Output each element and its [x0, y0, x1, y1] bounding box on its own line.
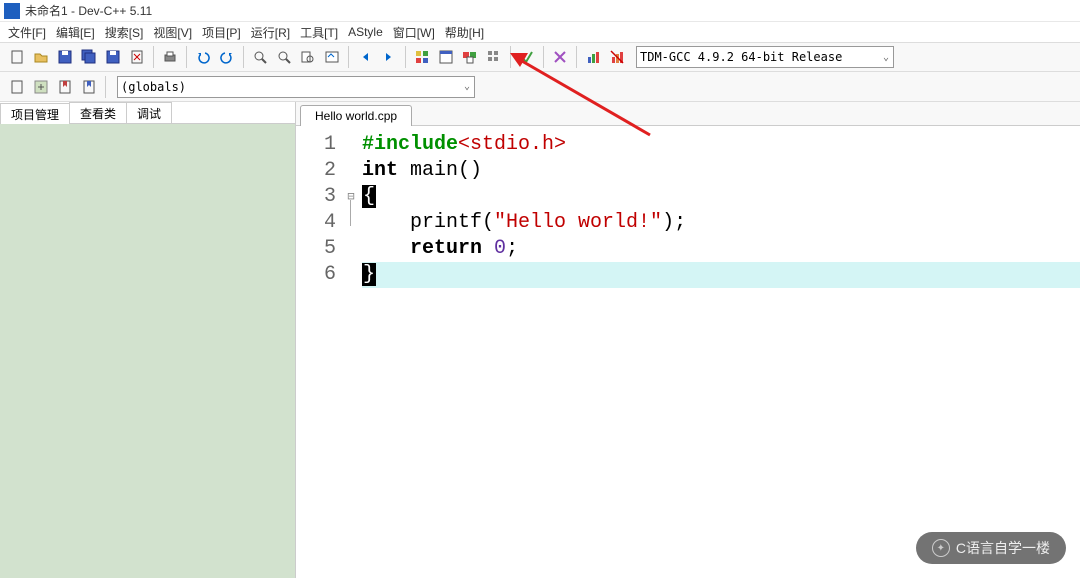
- main-area: 项目管理 查看类 调试 Hello world.cpp 1 2 3 4 5 6 …: [0, 102, 1080, 578]
- menu-view[interactable]: 视图[V]: [149, 23, 196, 42]
- project-tree[interactable]: [0, 124, 295, 578]
- save-as-button[interactable]: [102, 46, 124, 68]
- separator: [543, 46, 544, 68]
- left-panel: 项目管理 查看类 调试: [0, 102, 296, 578]
- replace-button[interactable]: [273, 46, 295, 68]
- editor-panel: Hello world.cpp 1 2 3 4 5 6 ⊟ #include<s…: [296, 102, 1080, 578]
- separator: [576, 46, 577, 68]
- delete-profile-button[interactable]: [606, 46, 628, 68]
- separator: [243, 46, 244, 68]
- menu-project[interactable]: 项目[P]: [198, 23, 245, 42]
- menu-file[interactable]: 文件[F]: [4, 23, 50, 42]
- globals-selector[interactable]: (globals) ⌄: [117, 76, 475, 98]
- separator: [105, 76, 106, 98]
- compile-run-button[interactable]: [459, 46, 481, 68]
- file-tab-active[interactable]: Hello world.cpp: [300, 105, 412, 126]
- next-bookmark-button[interactable]: [378, 46, 400, 68]
- code-area[interactable]: #include<stdio.h> int main() { printf("H…: [358, 126, 1080, 578]
- compiler-selector[interactable]: TDM-GCC 4.9.2 64-bit Release ⌄: [636, 46, 894, 68]
- app-icon: [4, 3, 20, 19]
- fold-marker[interactable]: ⊟: [344, 184, 358, 210]
- menu-help[interactable]: 帮助[H]: [441, 23, 488, 42]
- close-file-button[interactable]: [126, 46, 148, 68]
- compile-button[interactable]: [411, 46, 433, 68]
- menu-search[interactable]: 搜索[S]: [101, 23, 148, 42]
- tab-project-manager[interactable]: 项目管理: [0, 103, 70, 124]
- menu-astyle[interactable]: AStyle: [344, 24, 387, 40]
- run-button[interactable]: [435, 46, 457, 68]
- menu-tools[interactable]: 工具[T]: [296, 23, 342, 42]
- compiler-label: TDM-GCC 4.9.2 64-bit Release: [640, 50, 842, 64]
- title-bar: 未命名1 - Dev-C++ 5.11: [0, 0, 1080, 22]
- toolbar-main: TDM-GCC 4.9.2 64-bit Release ⌄: [0, 42, 1080, 72]
- menu-bar: 文件[F] 编辑[E] 搜索[S] 视图[V] 项目[P] 运行[R] 工具[T…: [0, 22, 1080, 42]
- save-button[interactable]: [54, 46, 76, 68]
- new-project-button[interactable]: [6, 76, 28, 98]
- window-title: 未命名1 - Dev-C++ 5.11: [25, 2, 152, 19]
- new-file-button[interactable]: [6, 46, 28, 68]
- tab-debug[interactable]: 调试: [126, 102, 172, 123]
- save-all-button[interactable]: [78, 46, 100, 68]
- open-button[interactable]: [30, 46, 52, 68]
- find-button[interactable]: [249, 46, 271, 68]
- toggle-bookmark-button[interactable]: [54, 76, 76, 98]
- chevron-down-icon: ⌄: [464, 81, 474, 92]
- stop-button[interactable]: [549, 46, 571, 68]
- line-gutter: 1 2 3 4 5 6: [296, 126, 344, 578]
- print-button[interactable]: [159, 46, 181, 68]
- goto-bookmark-button[interactable]: [78, 76, 100, 98]
- separator: [186, 46, 187, 68]
- watermark-text: C语言自学一楼: [956, 538, 1050, 558]
- goto-line-button[interactable]: [321, 46, 343, 68]
- globals-label: (globals): [121, 80, 186, 94]
- menu-run[interactable]: 运行[R]: [247, 23, 294, 42]
- separator: [510, 46, 511, 68]
- code-editor[interactable]: 1 2 3 4 5 6 ⊟ #include<stdio.h> int main…: [296, 126, 1080, 578]
- fold-gutter: ⊟: [344, 126, 358, 578]
- watermark: ✦ C语言自学一楼: [916, 532, 1066, 564]
- separator: [405, 46, 406, 68]
- undo-button[interactable]: [192, 46, 214, 68]
- previous-bookmark-button[interactable]: [354, 46, 376, 68]
- toolbar-secondary: (globals) ⌄: [0, 72, 1080, 102]
- file-tabs: Hello world.cpp: [296, 102, 1080, 126]
- find-in-files-button[interactable]: [297, 46, 319, 68]
- separator: [153, 46, 154, 68]
- left-tabs: 项目管理 查看类 调试: [0, 102, 295, 124]
- menu-edit[interactable]: 编辑[E]: [52, 23, 99, 42]
- tab-class-view[interactable]: 查看类: [69, 102, 127, 123]
- rebuild-button[interactable]: [483, 46, 505, 68]
- chevron-down-icon: ⌄: [883, 52, 893, 63]
- debug-button[interactable]: [516, 46, 538, 68]
- redo-button[interactable]: [216, 46, 238, 68]
- profile-button[interactable]: [582, 46, 604, 68]
- wechat-icon: ✦: [932, 539, 950, 557]
- menu-window[interactable]: 窗口[W]: [389, 23, 439, 42]
- insert-button[interactable]: [30, 76, 52, 98]
- separator: [348, 46, 349, 68]
